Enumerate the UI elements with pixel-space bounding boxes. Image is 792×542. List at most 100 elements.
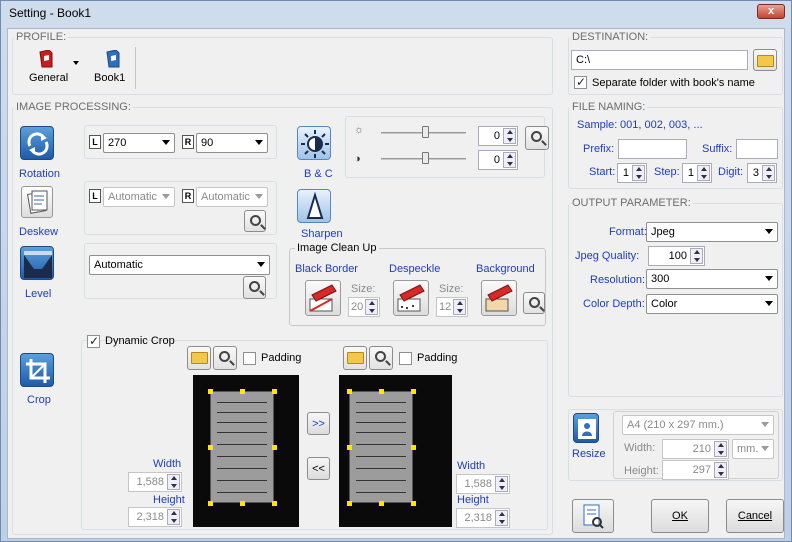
crop-handle[interactable] — [240, 389, 245, 394]
left-zoom-button[interactable] — [213, 346, 237, 370]
start-spinner[interactable]: 1 — [617, 163, 647, 183]
crop-handle[interactable] — [379, 389, 384, 394]
crop-handle[interactable] — [208, 389, 213, 394]
crop-handle[interactable] — [411, 501, 416, 506]
rotation-left-select[interactable]: 270 — [103, 133, 175, 153]
crop-handle[interactable] — [347, 389, 352, 394]
left-height-spinner[interactable]: 2,318 — [128, 507, 182, 527]
profile-dropdown-arrow-icon[interactable] — [73, 61, 79, 65]
document-stack-icon — [26, 190, 48, 214]
despeckle-button[interactable] — [393, 280, 429, 316]
paper-size-select[interactable]: A4 (210 x 297 mm.) — [622, 415, 774, 435]
contrast-spinner[interactable]: 0 — [478, 150, 518, 170]
crop-handle[interactable] — [411, 445, 416, 450]
crop-handle[interactable] — [240, 501, 245, 506]
format-label: Format: — [609, 226, 647, 238]
contrast-slider-thumb[interactable] — [422, 152, 429, 164]
left-padding-checkbox[interactable] — [243, 352, 256, 365]
left-open-folder-button[interactable] — [187, 346, 211, 370]
left-page-preview[interactable] — [193, 375, 299, 527]
crop-handle[interactable] — [208, 501, 213, 506]
profile-book1[interactable]: Book1 — [88, 47, 136, 89]
cancel-button[interactable]: Cancel — [726, 499, 784, 533]
deskew-preview-button[interactable] — [244, 210, 266, 232]
crop-label: Crop — [27, 394, 51, 406]
spinner-arrows-icon[interactable] — [690, 248, 703, 264]
spinner-arrows-icon[interactable] — [167, 509, 180, 525]
brightness-icon: ☼ — [354, 124, 365, 136]
level-preview-button[interactable] — [243, 276, 266, 299]
background-button[interactable] — [481, 280, 517, 316]
ok-button[interactable]: OK — [651, 499, 709, 533]
rotation-icon[interactable] — [20, 126, 54, 160]
step-spinner[interactable]: 1 — [682, 163, 712, 183]
browse-destination-button[interactable] — [753, 49, 777, 71]
spinner-arrows-icon[interactable] — [365, 299, 378, 315]
copy-crop-left-button[interactable]: << — [307, 457, 330, 480]
crop-handle[interactable] — [347, 445, 352, 450]
crop-handle[interactable] — [411, 389, 416, 394]
crop-handle[interactable] — [272, 501, 277, 506]
crop-handle[interactable] — [379, 501, 384, 506]
crop-icon[interactable] — [20, 353, 54, 387]
resolution-select[interactable]: 300 — [646, 269, 778, 289]
dynamic-crop-checkbox[interactable] — [87, 334, 100, 348]
copy-crop-right-button[interactable]: >> — [307, 412, 330, 435]
unit-select[interactable]: mm. — [732, 439, 774, 459]
clean-up-preview-button[interactable] — [523, 292, 545, 314]
despeckle-size-spinner[interactable]: 12 — [436, 297, 468, 317]
brightness-spinner[interactable]: 0 — [478, 126, 518, 146]
right-open-folder-button[interactable] — [343, 346, 367, 370]
right-zoom-button[interactable] — [369, 346, 393, 370]
title-bar[interactable]: Setting - Book1 x — [1, 1, 791, 25]
separate-folder-checkbox[interactable] — [574, 75, 587, 89]
spinner-arrows-icon[interactable] — [697, 165, 710, 181]
spinner-arrows-icon[interactable] — [503, 128, 516, 144]
crop-handle[interactable] — [272, 389, 277, 394]
spinner-arrows-icon[interactable] — [714, 462, 727, 478]
resize-icon[interactable] — [573, 413, 599, 443]
digit-spinner[interactable]: 3 — [747, 163, 777, 183]
format-select[interactable]: Jpeg — [646, 222, 778, 242]
sharpen-icon[interactable] — [297, 189, 331, 223]
close-button[interactable]: x — [757, 4, 785, 19]
preview-button[interactable] — [572, 499, 614, 533]
right-padding-checkbox[interactable] — [399, 352, 412, 365]
spinner-arrows-icon[interactable] — [495, 510, 508, 526]
resize-height-spinner[interactable]: 297 — [662, 460, 729, 480]
level-select[interactable]: Automatic — [89, 255, 270, 275]
suffix-input[interactable] — [736, 139, 778, 159]
deskew-right-select[interactable]: Automatic — [196, 187, 268, 207]
spinner-arrows-icon[interactable] — [503, 152, 516, 168]
spinner-arrows-icon[interactable] — [495, 476, 508, 492]
deskew-left-select[interactable]: Automatic — [103, 187, 175, 207]
spinner-arrows-icon[interactable] — [762, 165, 775, 181]
suffix-label: Suffix: — [702, 143, 733, 155]
destination-path-input[interactable]: C:\ — [571, 50, 748, 70]
right-page-preview[interactable] — [339, 375, 452, 527]
profile-general[interactable]: General — [16, 47, 79, 89]
color-depth-select[interactable]: Color — [646, 294, 778, 314]
right-width-spinner[interactable]: 1,588 — [456, 474, 510, 494]
rotation-right-select[interactable]: 90 — [196, 133, 268, 153]
spinner-arrows-icon[interactable] — [632, 165, 645, 181]
spinner-arrows-icon[interactable] — [453, 299, 466, 315]
jpeg-quality-spinner[interactable]: 100 — [648, 246, 705, 266]
prefix-input[interactable] — [618, 139, 687, 159]
spinner-arrows-icon[interactable] — [167, 474, 180, 490]
black-border-size-spinner[interactable]: 20 — [348, 297, 380, 317]
right-height-spinner[interactable]: 2,318 — [456, 508, 510, 528]
deskew-icon[interactable] — [21, 186, 53, 218]
black-border-button[interactable] — [305, 280, 341, 316]
level-icon[interactable] — [20, 246, 54, 280]
crop-handle[interactable] — [208, 445, 213, 450]
crop-handle[interactable] — [272, 445, 277, 450]
crop-handle[interactable] — [347, 501, 352, 506]
level-label: Level — [25, 288, 52, 300]
left-width-spinner[interactable]: 1,588 — [128, 472, 182, 492]
bc-preview-button[interactable] — [525, 126, 549, 150]
brightness-contrast-icon[interactable] — [297, 126, 331, 160]
resize-width-spinner[interactable]: 210 — [662, 439, 729, 459]
spinner-arrows-icon[interactable] — [714, 441, 727, 457]
brightness-slider-thumb[interactable] — [422, 126, 429, 138]
